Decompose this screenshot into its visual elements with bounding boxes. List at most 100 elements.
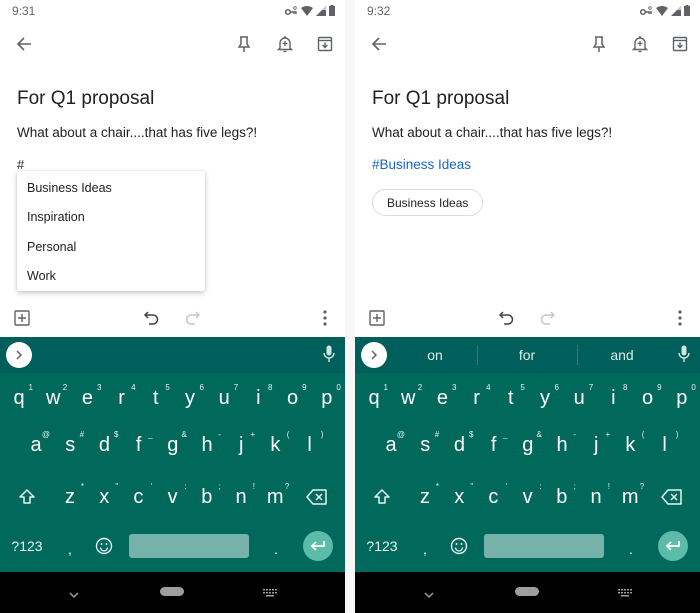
- key-w[interactable]: w2: [391, 378, 425, 418]
- key-r[interactable]: r4: [460, 378, 494, 418]
- label-suggestion-business-ideas[interactable]: Business Ideas: [17, 173, 205, 203]
- more-options-button[interactable]: [668, 306, 692, 330]
- key-i[interactable]: i8: [241, 378, 275, 418]
- key-c[interactable]: c ': [121, 477, 155, 517]
- key-v[interactable]: v:: [511, 477, 545, 517]
- label-chip[interactable]: Business Ideas: [372, 189, 484, 216]
- key-q[interactable]: q1: [357, 378, 391, 418]
- add-content-button[interactable]: [365, 306, 389, 330]
- label-suggestion-personal[interactable]: Personal: [17, 232, 205, 262]
- reminder-button[interactable]: [628, 32, 652, 56]
- home-pill-button[interactable]: [160, 587, 184, 596]
- note-body[interactable]: What about a chair....that has five legs…: [17, 125, 257, 140]
- keyboard-switch-button[interactable]: [618, 586, 632, 604]
- key-j[interactable]: j +: [224, 425, 258, 465]
- key-l[interactable]: l): [293, 425, 327, 465]
- emoji-key[interactable]: [443, 526, 475, 566]
- key-o[interactable]: o9: [631, 378, 665, 418]
- redo-button[interactable]: [535, 306, 559, 330]
- key-r[interactable]: r4: [105, 378, 139, 418]
- symbols-key[interactable]: ?123: [4, 526, 50, 566]
- spacebar[interactable]: [484, 534, 604, 558]
- typed-hash-text[interactable]: #: [17, 157, 24, 172]
- key-m[interactable]: m?: [613, 477, 647, 517]
- reminder-button[interactable]: [273, 32, 297, 56]
- key-b[interactable]: b;: [545, 477, 579, 517]
- key-k[interactable]: k(: [258, 425, 292, 465]
- hashtag-link[interactable]: #Business Ideas: [372, 157, 471, 172]
- key-n[interactable]: n!: [579, 477, 613, 517]
- redo-button[interactable]: [180, 306, 204, 330]
- enter-key[interactable]: [303, 531, 333, 561]
- key-n[interactable]: n!: [224, 477, 258, 517]
- word-suggestion-2[interactable]: for: [477, 337, 577, 373]
- key-f[interactable]: f _: [477, 425, 511, 465]
- spacebar[interactable]: [129, 534, 249, 558]
- key-z[interactable]: z *: [53, 477, 87, 517]
- key-k[interactable]: k(: [613, 425, 647, 465]
- key-s[interactable]: s #: [408, 425, 442, 465]
- key-f[interactable]: f _: [122, 425, 156, 465]
- key-d[interactable]: d $: [442, 425, 476, 465]
- label-suggestion-work[interactable]: Work: [17, 262, 205, 292]
- note-title[interactable]: For Q1 proposal: [17, 88, 154, 110]
- key-q[interactable]: q1: [2, 378, 36, 418]
- key-o[interactable]: o9: [276, 378, 310, 418]
- key-g[interactable]: g &: [511, 425, 545, 465]
- key-t[interactable]: t5: [139, 378, 173, 418]
- archive-button[interactable]: [668, 32, 692, 56]
- key-h[interactable]: h-: [545, 425, 579, 465]
- back-button[interactable]: [12, 32, 36, 56]
- key-e[interactable]: e3: [425, 378, 459, 418]
- key-s[interactable]: s #: [53, 425, 87, 465]
- voice-input-button[interactable]: [323, 345, 335, 368]
- key-v[interactable]: v:: [156, 477, 190, 517]
- backspace-key[interactable]: [654, 477, 690, 517]
- comma-key[interactable]: ,: [56, 529, 84, 569]
- expand-toolbar-button[interactable]: [6, 342, 32, 368]
- key-b[interactable]: b;: [190, 477, 224, 517]
- key-z[interactable]: z *: [408, 477, 442, 517]
- shift-key[interactable]: [10, 477, 44, 517]
- key-t[interactable]: t5: [494, 378, 528, 418]
- key-x[interactable]: x ": [442, 477, 476, 517]
- key-l[interactable]: l): [648, 425, 682, 465]
- undo-button[interactable]: [495, 306, 519, 330]
- key-u[interactable]: u7: [207, 378, 241, 418]
- key-d[interactable]: d $: [87, 425, 121, 465]
- note-body[interactable]: What about a chair....that has five legs…: [372, 125, 612, 140]
- archive-button[interactable]: [313, 32, 337, 56]
- key-p[interactable]: p0: [665, 378, 699, 418]
- key-i[interactable]: i8: [596, 378, 630, 418]
- enter-key[interactable]: [658, 531, 688, 561]
- expand-toolbar-button[interactable]: [361, 342, 387, 368]
- back-button[interactable]: [367, 32, 391, 56]
- undo-button[interactable]: [140, 306, 164, 330]
- key-a[interactable]: a @: [374, 425, 408, 465]
- key-u[interactable]: u7: [562, 378, 596, 418]
- more-options-button[interactable]: [313, 306, 337, 330]
- key-y[interactable]: y6: [173, 378, 207, 418]
- key-p[interactable]: p0: [310, 378, 344, 418]
- period-key[interactable]: .: [262, 529, 290, 569]
- key-j[interactable]: j +: [579, 425, 613, 465]
- key-h[interactable]: h-: [190, 425, 224, 465]
- emoji-key[interactable]: [88, 526, 120, 566]
- word-suggestion-1[interactable]: on: [393, 337, 477, 373]
- word-suggestion-3[interactable]: and: [577, 337, 667, 373]
- key-e[interactable]: e3: [70, 378, 104, 418]
- key-a[interactable]: a @: [19, 425, 53, 465]
- pin-button[interactable]: [232, 32, 256, 56]
- key-w[interactable]: w2: [36, 378, 70, 418]
- key-y[interactable]: y6: [528, 378, 562, 418]
- key-m[interactable]: m?: [258, 477, 292, 517]
- home-pill-button[interactable]: [515, 587, 539, 596]
- hide-keyboard-button[interactable]: [68, 586, 80, 604]
- note-title[interactable]: For Q1 proposal: [372, 88, 509, 110]
- backspace-key[interactable]: [299, 477, 335, 517]
- keyboard-switch-button[interactable]: [263, 586, 277, 604]
- add-content-button[interactable]: [10, 306, 34, 330]
- voice-input-button[interactable]: [678, 345, 690, 368]
- key-x[interactable]: x ": [87, 477, 121, 517]
- hide-keyboard-button[interactable]: [423, 586, 435, 604]
